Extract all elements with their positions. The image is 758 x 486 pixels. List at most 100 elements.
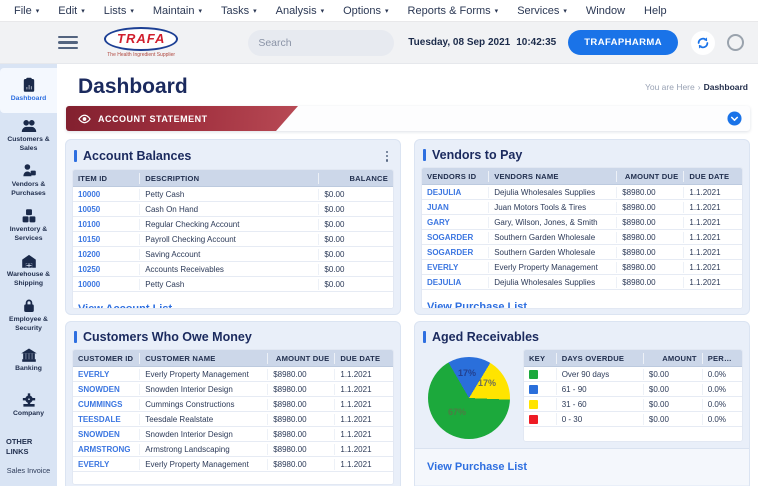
cell-id[interactable]: TEESDALE: [73, 414, 140, 425]
column-header: DUE DATE: [335, 353, 393, 364]
menubar-item-analysis[interactable]: Analysis▾: [276, 5, 324, 17]
cell-id[interactable]: JUAN: [422, 202, 489, 213]
caret-down-icon: ▾: [385, 8, 389, 15]
cell-name: Cummings Constructions: [140, 399, 268, 410]
cell-days: 61 - 90: [557, 384, 644, 395]
cell-id[interactable]: CUMMINGS: [73, 399, 140, 410]
cell-id[interactable]: 10100: [73, 219, 140, 230]
cell-due: 1.1.2021: [335, 414, 393, 425]
column-header: BALANCE: [319, 173, 393, 184]
sidebar-link-sales-invoice[interactable]: Sales Invoice: [0, 466, 57, 475]
app-window: File▾ Edit▾ Lists▾ Maintain▾ Tasks▾ Analysis▾…: [0, 0, 758, 486]
legend-color-swatch: [529, 415, 538, 424]
cell-id[interactable]: GARY: [422, 217, 489, 228]
logo-text: TRAFA: [117, 31, 165, 46]
sidebar-item-customers-sales[interactable]: Customers & Sales: [0, 113, 57, 158]
cell-percent: 0.0%: [703, 384, 742, 395]
cell-name: Snowden Interior Design: [140, 384, 268, 395]
cell-id[interactable]: 10250: [73, 264, 140, 275]
caret-down-icon: ▾: [130, 8, 134, 15]
menubar-item-reports-forms[interactable]: Reports & Forms▾: [408, 5, 499, 17]
cell-description: Saving Account: [140, 249, 319, 260]
caret-down-icon: ▾: [253, 8, 257, 15]
cell-id[interactable]: 10200: [73, 249, 140, 260]
cell-amount: $0.00: [644, 384, 703, 395]
sidebar-item-dashboard[interactable]: Dashboard: [0, 68, 57, 113]
dashboard-icon: [21, 77, 37, 93]
sidebar-item-inventory-services[interactable]: Inventory & Services: [0, 203, 57, 248]
company-button[interactable]: TRAFAPHARMA: [568, 30, 678, 55]
sidebar-item-label: Vendors & Purchases: [1, 181, 56, 198]
cell-amount: $8980.00: [268, 429, 335, 440]
cell-due: 1.1.2021: [335, 369, 393, 380]
cell-description: Cash On Hand: [140, 204, 319, 215]
pie-slice-label: 67%: [448, 407, 466, 417]
search-input[interactable]: [258, 37, 393, 49]
cell-id[interactable]: DEJULIA: [422, 187, 489, 198]
sidebar: Dashboard Customers & Sales Vendors & Pu…: [0, 64, 57, 486]
table-header-row: VENDORS IDVENDORS NAMEAMOUNT DUEDUE DATE: [422, 168, 742, 185]
table-row: 61 - 90$0.000.0%: [524, 382, 742, 397]
cell-due: 1.1.2021: [684, 262, 742, 273]
cell-balance: $0.00: [319, 204, 393, 215]
cell-balance: $0.00: [319, 279, 393, 290]
refresh-icon[interactable]: [691, 31, 715, 55]
sidebar-item-banking[interactable]: Banking: [0, 338, 57, 383]
account-balances-table: ITEM IDDESCRIPTIONBALANCE10000Petty Cash…: [73, 170, 393, 292]
breadcrumb-separator-icon: ›: [698, 82, 701, 92]
search-box[interactable]: [248, 30, 394, 56]
cell-amount: $0.00: [644, 399, 703, 410]
cell-key: [524, 368, 557, 379]
cell-id[interactable]: DEJULIA: [422, 277, 489, 288]
sidebar-item-vendors-purchases[interactable]: Vendors & Purchases: [0, 158, 57, 203]
cell-id[interactable]: 10000: [73, 189, 140, 200]
cell-id[interactable]: SOGARDER: [422, 247, 489, 258]
table-row: ARMSTRONGArmstrong Landscaping$8980.001.…: [73, 442, 393, 457]
cell-id[interactable]: EVERLY: [73, 459, 140, 470]
table-row: 10000Petty Cash$0.00: [73, 187, 393, 202]
menubar-item-services[interactable]: Services▾: [517, 5, 567, 17]
cell-due: 1.1.2021: [684, 217, 742, 228]
time-text: 10:42:35: [516, 37, 556, 48]
panel-account-balances: Account Balances ITEM IDDESCRIPTIONBALAN…: [65, 139, 401, 315]
cell-days: 31 - 60: [557, 399, 644, 410]
breadcrumb-current[interactable]: Dashboard: [704, 82, 748, 92]
cell-id[interactable]: SNOWDEN: [73, 384, 140, 395]
chevron-down-circle-icon[interactable]: [727, 111, 742, 126]
cell-id[interactable]: 10050: [73, 204, 140, 215]
menubar-item-edit[interactable]: Edit▾: [58, 5, 84, 17]
app-header: TRAFA The Health Ingredient Supplier Tue…: [0, 22, 758, 64]
cell-id[interactable]: SOGARDER: [422, 232, 489, 243]
menubar-item-window[interactable]: Window: [586, 5, 625, 17]
cell-id[interactable]: SNOWDEN: [73, 429, 140, 440]
view-purchase-list-link[interactable]: View Purchase List: [427, 301, 527, 309]
menubar-item-lists[interactable]: Lists▾: [104, 5, 134, 17]
cell-id[interactable]: 10000: [73, 279, 140, 290]
sidebar-item-label: Dashboard: [11, 95, 47, 103]
sidebar-item-warehouse-shipping[interactable]: Warehouse & Shipping: [0, 248, 57, 293]
menubar-item-maintain[interactable]: Maintain▾: [153, 5, 202, 17]
menubar-item-help[interactable]: Help: [644, 5, 667, 17]
cell-id[interactable]: EVERLY: [73, 369, 140, 380]
view-account-list-link[interactable]: View Account List: [78, 303, 172, 309]
cell-id[interactable]: ARMSTRONG: [73, 444, 140, 455]
cell-balance: $0.00: [319, 189, 393, 200]
sidebar-item-employee-security[interactable]: Employee & Security: [0, 293, 57, 338]
status-ring-icon[interactable]: [727, 34, 744, 51]
cell-id[interactable]: 10150: [73, 234, 140, 245]
menubar-item-options[interactable]: Options▾: [343, 5, 388, 17]
view-purchase-list-link[interactable]: View Purchase List: [427, 461, 527, 473]
cell-amount: $8980.00: [268, 369, 335, 380]
cell-name: Southern Garden Wholesale: [489, 232, 617, 243]
sidebar-item-company[interactable]: Company: [0, 383, 57, 428]
menubar-item-tasks[interactable]: Tasks▾: [221, 5, 257, 17]
menubar-item-file[interactable]: File▾: [14, 5, 39, 17]
brand-logo: TRAFA The Health Ingredient Supplier: [104, 27, 178, 58]
caret-down-icon: ▾: [198, 8, 202, 15]
hamburger-menu-icon[interactable]: [58, 33, 78, 52]
main-content: Dashboard You are Here›Dashboard ACCOUNT…: [57, 64, 758, 486]
cell-name: Teesdale Realstate: [140, 414, 268, 425]
cell-id[interactable]: EVERLY: [422, 262, 489, 273]
kebab-menu-icon[interactable]: [382, 148, 392, 164]
panel-title: Vendors to Pay: [423, 148, 522, 162]
